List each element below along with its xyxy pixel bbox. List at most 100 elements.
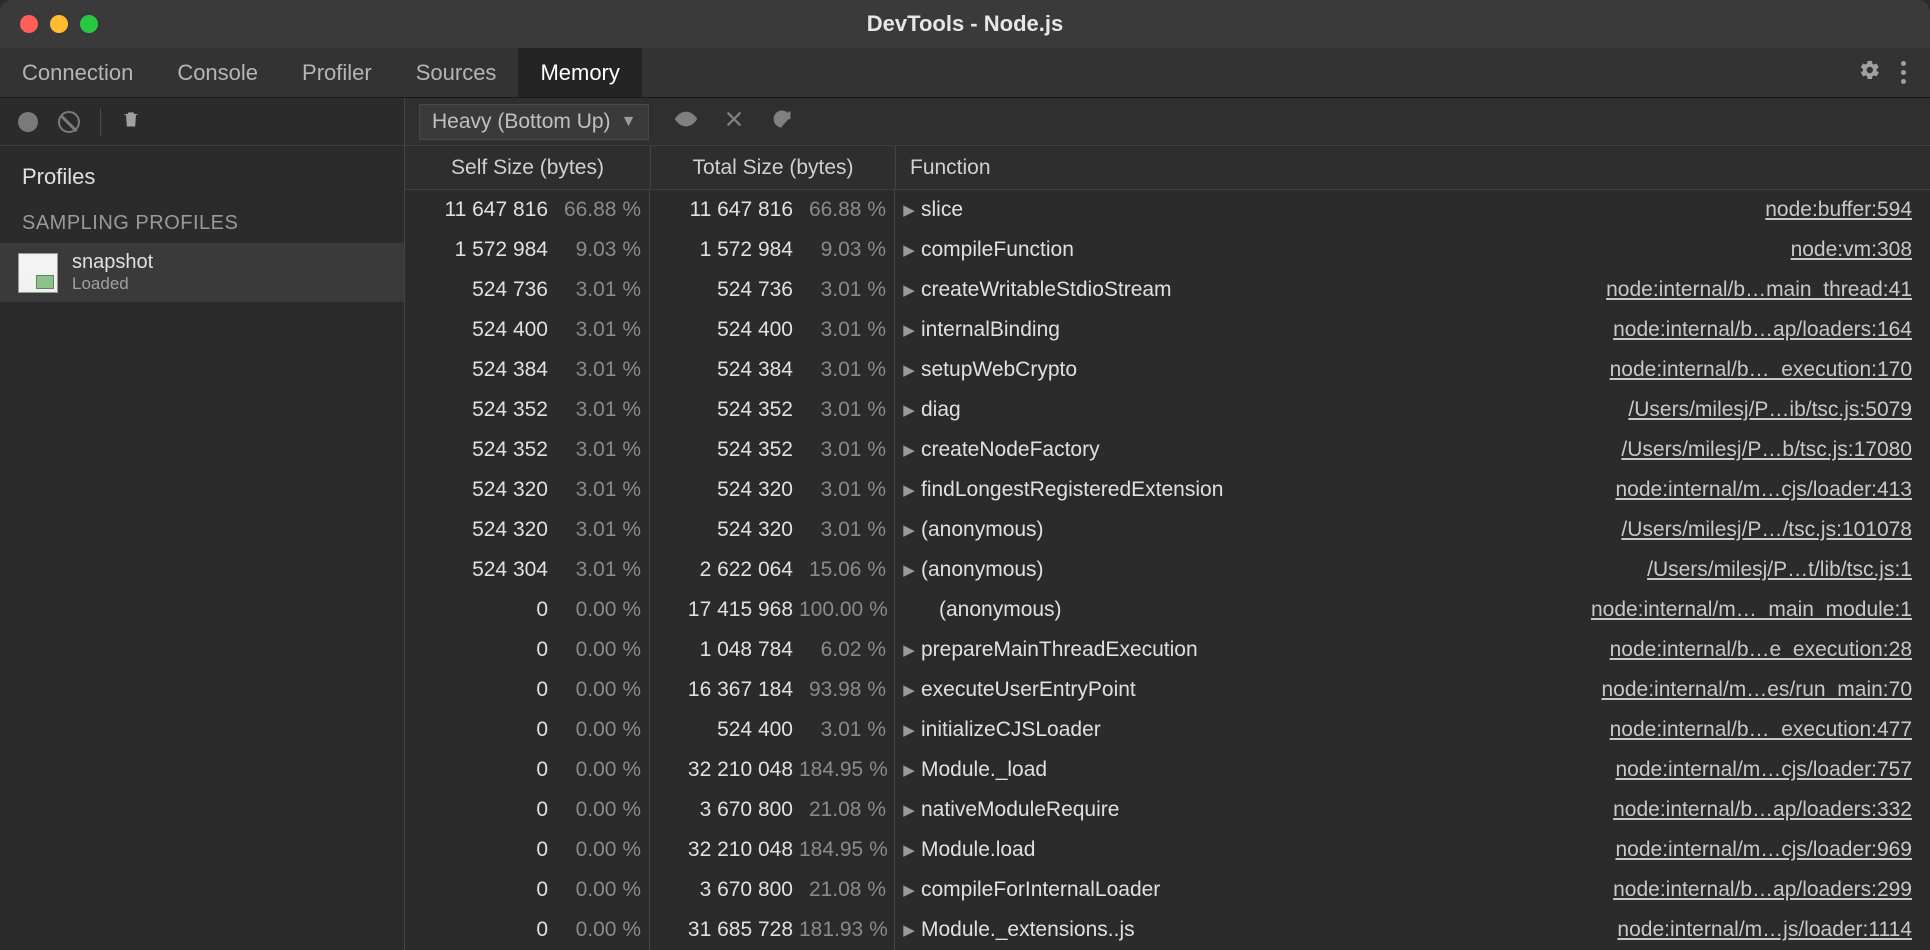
disclosure-triangle-icon[interactable]: ▶ [901, 881, 917, 899]
table-row[interactable]: 11 647 81666.88 %11 647 81666.88 %▶slice… [405, 190, 1930, 230]
source-link[interactable]: node:internal/b…ap/loaders:299 [1613, 878, 1930, 902]
disclosure-triangle-icon[interactable]: ▶ [901, 641, 917, 659]
table-row[interactable]: 524 4003.01 %524 4003.01 %▶internalBindi… [405, 310, 1930, 350]
table-row[interactable]: 524 3203.01 %524 3203.01 %▶(anonymous)/U… [405, 510, 1930, 550]
col-self-size[interactable]: Self Size (bytes) [405, 146, 650, 189]
source-link[interactable]: node:internal/m…_main_module:1 [1591, 598, 1930, 622]
source-link[interactable]: node:internal/b…_execution:170 [1610, 358, 1930, 382]
tab-bar: Connection Console Profiler Sources Memo… [0, 48, 1930, 98]
cell-self-size: 11 647 81666.88 % [405, 190, 650, 230]
disclosure-triangle-icon[interactable]: ▶ [901, 481, 917, 499]
table-row[interactable]: 00.00 %17 415 968100.00 %(anonymous)node… [405, 590, 1930, 630]
table-row[interactable]: 524 7363.01 %524 7363.01 %▶createWritabl… [405, 270, 1930, 310]
self-pct: 3.01 % [554, 358, 649, 382]
disclosure-triangle-icon[interactable]: ▶ [901, 241, 917, 259]
disclosure-triangle-icon[interactable]: ▶ [901, 401, 917, 419]
table-row[interactable]: 524 3523.01 %524 3523.01 %▶diag/Users/mi… [405, 390, 1930, 430]
col-function[interactable]: Function [895, 146, 1930, 189]
disclosure-triangle-icon[interactable]: ▶ [901, 681, 917, 699]
table-row[interactable]: 00.00 %32 210 048184.95 %▶Module.loadnod… [405, 830, 1930, 870]
disclosure-triangle-icon[interactable]: ▶ [901, 521, 917, 539]
disclosure-triangle-icon[interactable]: ▶ [901, 361, 917, 379]
self-bytes: 0 [405, 758, 554, 782]
maximize-window-button[interactable] [80, 15, 98, 33]
table-row[interactable]: 00.00 %1 048 7846.02 %▶prepareMainThread… [405, 630, 1930, 670]
close-window-button[interactable] [20, 15, 38, 33]
source-link[interactable]: node:internal/b…ap/loaders:332 [1613, 798, 1930, 822]
source-link[interactable]: node:internal/b…_execution:477 [1610, 718, 1930, 742]
disclosure-triangle-icon[interactable]: ▶ [901, 561, 917, 579]
table-body[interactable]: 11 647 81666.88 %11 647 81666.88 %▶slice… [405, 190, 1930, 950]
source-link[interactable]: /Users/milesj/P…/tsc.js:101078 [1621, 518, 1930, 542]
record-button[interactable] [18, 112, 38, 132]
source-link[interactable]: node:internal/b…main_thread:41 [1606, 278, 1930, 302]
tab-console[interactable]: Console [155, 48, 280, 97]
disclosure-triangle-icon[interactable]: ▶ [901, 721, 917, 739]
function-name: initializeCJSLoader [921, 718, 1101, 742]
view-mode-dropdown[interactable]: Heavy (Bottom Up) ▼ [419, 104, 649, 140]
close-icon[interactable] [723, 108, 745, 135]
disclosure-triangle-icon[interactable]: ▶ [901, 441, 917, 459]
table-header: Self Size (bytes) Total Size (bytes) Fun… [405, 146, 1930, 190]
tab-connection[interactable]: Connection [0, 48, 155, 97]
table-row[interactable]: 524 3043.01 %2 622 06415.06 %▶(anonymous… [405, 550, 1930, 590]
tab-memory[interactable]: Memory [518, 48, 641, 97]
source-link[interactable]: node:internal/b…e_execution:28 [1610, 638, 1930, 662]
source-link[interactable]: /Users/milesj/P…b/tsc.js:17080 [1621, 438, 1930, 462]
source-link[interactable]: /Users/milesj/P…t/lib/tsc.js:1 [1647, 558, 1930, 582]
more-menu-icon[interactable] [1901, 61, 1906, 84]
sidebar-toolbar [0, 98, 404, 146]
profile-item-snapshot[interactable]: snapshot Loaded [0, 243, 404, 302]
eye-icon[interactable] [675, 108, 697, 135]
source-link[interactable]: node:internal/m…cjs/loader:413 [1615, 478, 1930, 502]
view-mode-label: Heavy (Bottom Up) [432, 110, 611, 134]
table-row[interactable]: 00.00 %16 367 18493.98 %▶executeUserEntr… [405, 670, 1930, 710]
source-link[interactable]: node:buffer:594 [1765, 198, 1930, 222]
table-row[interactable]: 00.00 %3 670 80021.08 %▶nativeModuleRequ… [405, 790, 1930, 830]
minimize-window-button[interactable] [50, 15, 68, 33]
disclosure-triangle-icon[interactable]: ▶ [901, 801, 917, 819]
cell-function: ▶prepareMainThreadExecutionnode:internal… [895, 638, 1930, 662]
disclosure-triangle-icon[interactable]: ▶ [901, 761, 917, 779]
refresh-icon[interactable] [771, 108, 793, 135]
source-link[interactable]: node:internal/m…cjs/loader:757 [1615, 758, 1930, 782]
total-pct: 3.01 % [799, 518, 894, 542]
table-row[interactable]: 00.00 %31 685 728181.93 %▶Module._extens… [405, 910, 1930, 950]
disclosure-triangle-icon[interactable]: ▶ [901, 201, 917, 219]
source-link[interactable]: node:internal/m…es/run_main:70 [1601, 678, 1930, 702]
table-row[interactable]: 00.00 %3 670 80021.08 %▶compileForIntern… [405, 870, 1930, 910]
total-pct: 21.08 % [799, 878, 894, 902]
table-row[interactable]: 1 572 9849.03 %1 572 9849.03 %▶compileFu… [405, 230, 1930, 270]
function-name: Module._load [921, 758, 1047, 782]
col-total-size[interactable]: Total Size (bytes) [650, 146, 895, 189]
tab-sources[interactable]: Sources [394, 48, 519, 97]
table-row[interactable]: 00.00 %32 210 048184.95 %▶Module._loadno… [405, 750, 1930, 790]
settings-icon[interactable] [1859, 59, 1881, 86]
source-link[interactable]: node:internal/m…js/loader:1114 [1617, 918, 1930, 942]
cell-self-size: 524 7363.01 % [405, 270, 650, 310]
total-pct: 6.02 % [799, 638, 894, 662]
source-link[interactable]: node:vm:308 [1791, 238, 1930, 262]
delete-icon[interactable] [121, 108, 141, 135]
cell-self-size: 00.00 % [405, 830, 650, 870]
source-link[interactable]: node:internal/b…ap/loaders:164 [1613, 318, 1930, 342]
total-bytes: 11 647 816 [650, 198, 799, 222]
self-pct: 0.00 % [554, 758, 649, 782]
cell-function: ▶compileFunctionnode:vm:308 [895, 238, 1930, 262]
disclosure-triangle-icon[interactable]: ▶ [901, 281, 917, 299]
disclosure-triangle-icon[interactable]: ▶ [901, 921, 917, 939]
table-row[interactable]: 524 3523.01 %524 3523.01 %▶createNodeFac… [405, 430, 1930, 470]
cell-total-size: 524 3843.01 % [650, 350, 895, 390]
disclosure-triangle-icon[interactable]: ▶ [901, 841, 917, 859]
source-link[interactable]: /Users/milesj/P…ib/tsc.js:5079 [1628, 398, 1930, 422]
tab-profiler[interactable]: Profiler [280, 48, 394, 97]
table-row[interactable]: 00.00 %524 4003.01 %▶initializeCJSLoader… [405, 710, 1930, 750]
table-row[interactable]: 524 3843.01 %524 3843.01 %▶setupWebCrypt… [405, 350, 1930, 390]
disclosure-triangle-icon[interactable]: ▶ [901, 321, 917, 339]
source-link[interactable]: node:internal/m…cjs/loader:969 [1615, 838, 1930, 862]
cell-total-size: 31 685 728181.93 % [650, 910, 895, 950]
total-pct: 3.01 % [799, 398, 894, 422]
table-row[interactable]: 524 3203.01 %524 3203.01 %▶findLongestRe… [405, 470, 1930, 510]
chevron-down-icon: ▼ [621, 113, 637, 131]
clear-button[interactable] [58, 111, 80, 133]
